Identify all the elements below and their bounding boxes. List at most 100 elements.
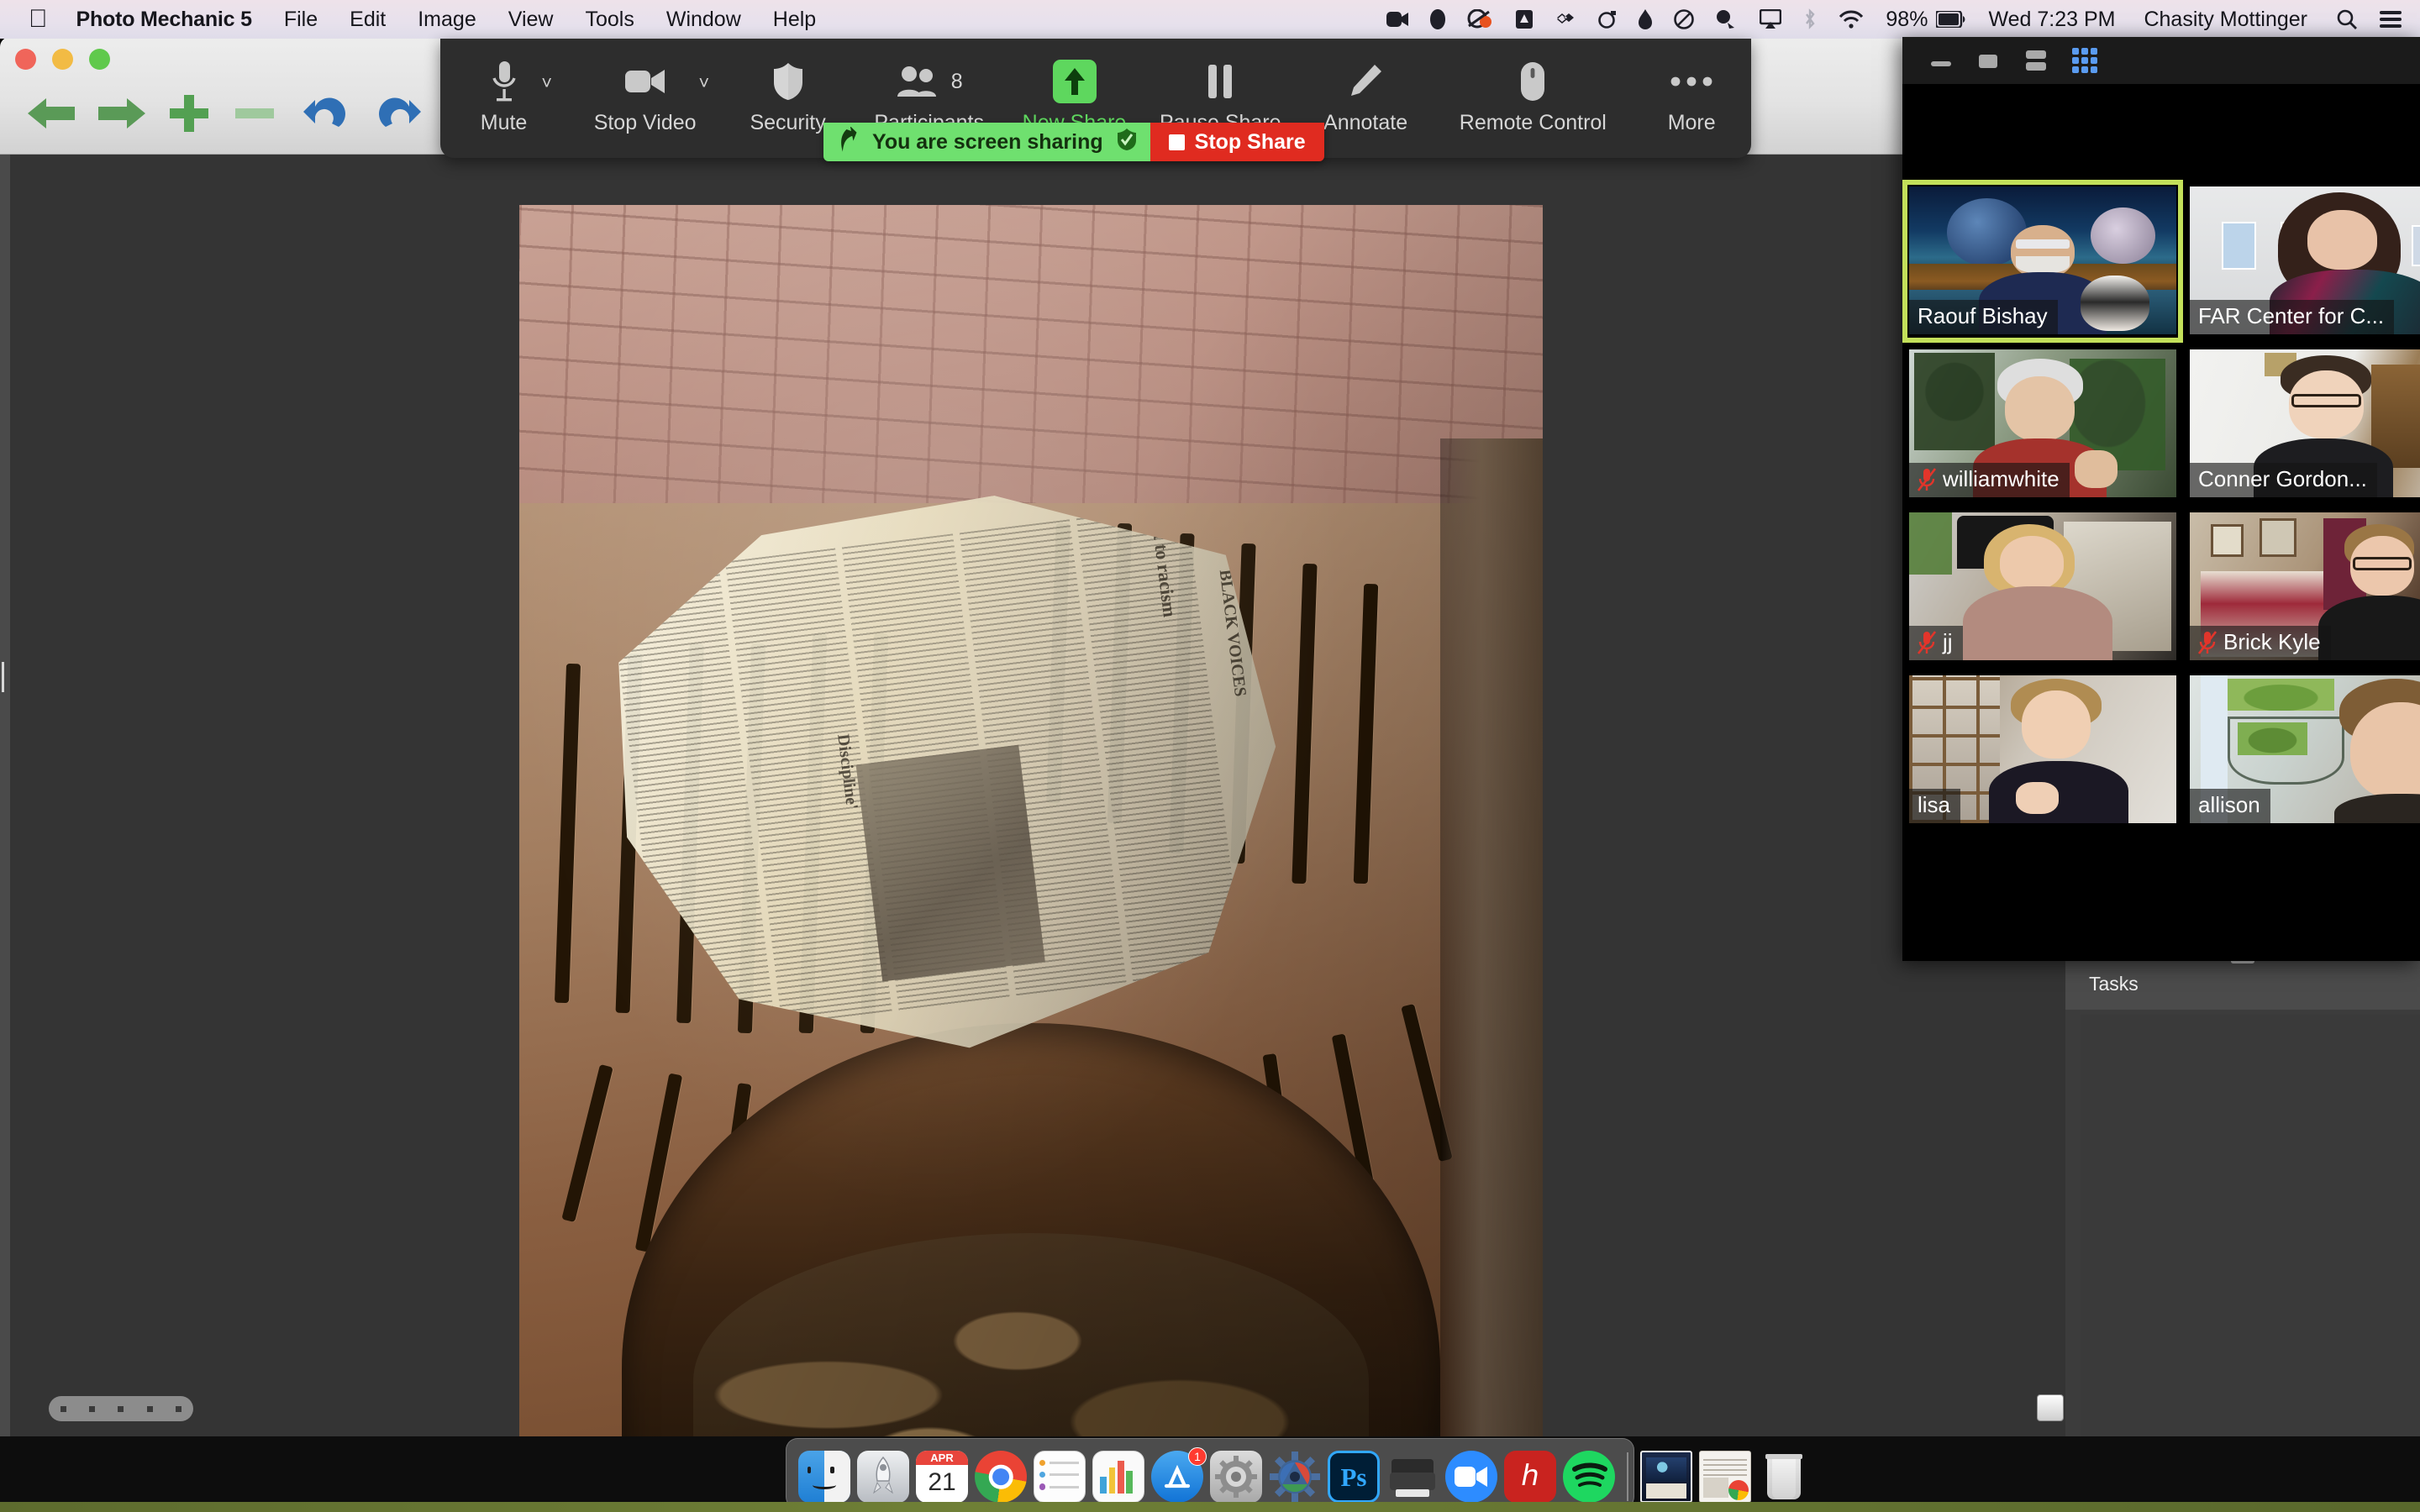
helper-circle-icon[interactable] (1674, 9, 1695, 29)
tasks-panel[interactable]: Tasks (2065, 958, 2420, 1436)
menu-image[interactable]: Image (418, 8, 476, 32)
zoom-more-button[interactable]: More (1632, 39, 1751, 135)
backblaze-icon[interactable] (1516, 9, 1534, 29)
dock-item-app-store[interactable]: 1 (1151, 1447, 1207, 1503)
chevron-down-icon[interactable]: ˅ (541, 72, 552, 94)
participant-tile[interactable]: Conner Gordon... (2183, 343, 2420, 506)
gallery-view-icon[interactable] (2072, 48, 2097, 73)
maximize-icon[interactable] (1978, 51, 2000, 70)
dock-item-printer[interactable] (1386, 1451, 1439, 1503)
menu-view[interactable]: View (508, 8, 554, 32)
participant-name: williamwhite (1943, 466, 2060, 491)
zoom-security-button[interactable]: Security (723, 39, 853, 135)
zoom-new-share-button[interactable]: New Share (1005, 39, 1143, 135)
apple-logo-icon[interactable]:  (29, 7, 48, 32)
rotate-right-icon[interactable] (365, 87, 430, 139)
add-icon[interactable] (160, 87, 218, 139)
menubar-app-name[interactable]: Photo Mechanic 5 (76, 8, 253, 32)
menu-edit[interactable]: Edit (350, 8, 386, 32)
documents-stack-icon (1699, 1451, 1751, 1503)
dock-item-numbers[interactable] (1092, 1451, 1144, 1503)
stop-share-button[interactable]: Stop Share (1150, 123, 1324, 161)
participant-tile[interactable]: FAR Center for C... (2183, 180, 2420, 343)
thumbnail-scroll-handle[interactable] (49, 1396, 193, 1421)
dock-item-notes[interactable] (1034, 1451, 1086, 1503)
airplay-icon[interactable] (1760, 9, 1782, 29)
dock-item-launchpad[interactable] (857, 1451, 909, 1503)
dock-item-google-chrome[interactable] (975, 1451, 1027, 1510)
control-center-icon[interactable] (2380, 10, 2402, 29)
menu-tools[interactable]: Tools (585, 8, 634, 32)
green-shield-check-icon[interactable] (1117, 128, 1137, 157)
google-chrome-icon (975, 1451, 1027, 1503)
zoom-annotate-button[interactable]: Annotate (1297, 39, 1434, 135)
chevron-down-icon[interactable]: ˅ (698, 72, 709, 94)
minimize-button[interactable] (52, 49, 73, 70)
left-rail-grip[interactable] (2, 662, 9, 692)
next-arrow-icon[interactable] (87, 87, 155, 139)
share-arrow-icon (837, 125, 859, 158)
dock-item-trash[interactable] (1758, 1451, 1810, 1503)
dropbox-icon[interactable] (1555, 9, 1576, 29)
dock-item-spotify[interactable] (1563, 1451, 1615, 1510)
participant-tile[interactable]: allison (2183, 669, 2420, 832)
photo-mechanic-window[interactable]: BLACK VOICES react to racism Discipline' (0, 37, 2161, 1436)
wifi-icon[interactable] (1839, 10, 1864, 29)
participant-tile[interactable]: jj (1902, 506, 2183, 669)
menubar-user-name[interactable]: Chasity Mottinger (2144, 8, 2307, 32)
dock-item-calendar[interactable]: APR 21 (916, 1451, 968, 1503)
zoom-stop-video-button[interactable]: Stop Video ˅ (567, 39, 723, 135)
timer-icon[interactable] (1598, 10, 1617, 29)
menu-help[interactable]: Help (773, 8, 816, 32)
participant-row: williamwhite Conner Gordon... (1902, 343, 2420, 506)
dock-item-downloads-stack[interactable] (1640, 1451, 1692, 1503)
speaker-view-icon[interactable] (2025, 50, 2047, 71)
participant-tile[interactable]: lisa (1902, 669, 2183, 832)
participant-name: Raouf Bishay (1918, 303, 2048, 328)
zoom-gallery-window[interactable]: Raouf Bishay FAR Center for C... william… (1902, 37, 2420, 961)
rotate-left-icon[interactable] (294, 87, 360, 139)
participant-name: allison (2198, 792, 2260, 817)
battery-icon[interactable] (1936, 11, 1966, 28)
stop-square-icon (1168, 134, 1185, 150)
zoom-pause-share-button[interactable]: Pause Share (1144, 39, 1297, 135)
remove-icon[interactable] (225, 87, 284, 139)
participant-name: lisa (1918, 792, 1951, 817)
zoom-meeting-icon[interactable] (1386, 10, 1409, 29)
dock-item-photo-mechanic[interactable] (1269, 1451, 1321, 1510)
menu-file[interactable]: File (284, 8, 318, 32)
participant-nameplate: jj (1909, 626, 1963, 660)
bluetooth-icon[interactable] (1803, 8, 1817, 30)
zoom-button[interactable] (89, 49, 110, 70)
menu-window[interactable]: Window (666, 8, 741, 32)
participant-tile[interactable]: Raouf Bishay (1902, 180, 2183, 343)
photo-preview[interactable]: BLACK VOICES react to racism Discipline' (519, 205, 1543, 1436)
dock-item-finder[interactable] (798, 1451, 850, 1510)
zoom-participants-button[interactable]: 8 Participants (853, 39, 1005, 135)
close-button[interactable] (15, 49, 36, 70)
battery-helper-icon[interactable] (1716, 9, 1738, 29)
dock-item-system-preferences[interactable] (1210, 1451, 1262, 1510)
search-icon[interactable] (2336, 8, 2358, 30)
printer-icon (1386, 1451, 1439, 1503)
dock-item-documents-stack[interactable] (1699, 1451, 1751, 1503)
dock-item-photoshop[interactable]: Ps (1328, 1451, 1380, 1503)
minimize-icon[interactable] (1931, 51, 1953, 70)
system-preferences-icon (1210, 1451, 1262, 1503)
trash-icon (1758, 1451, 1810, 1503)
participant-nameplate: lisa (1909, 789, 1961, 823)
1password-icon[interactable] (1430, 9, 1446, 29)
cloud-sync-icon[interactable] (1467, 9, 1494, 29)
participant-tile[interactable]: williamwhite (1902, 343, 2183, 506)
zoom-mute-button[interactable]: Mute ˅ (440, 39, 567, 135)
zoom-remote-control-button[interactable]: Remote Control (1434, 39, 1632, 135)
dock-item-zoom[interactable] (1445, 1451, 1497, 1510)
dock-item-adobe-acrobat[interactable]: ℎ (1504, 1451, 1556, 1510)
previous-arrow-icon[interactable] (18, 87, 86, 139)
participant-tile[interactable]: Brick Kyle (2183, 506, 2420, 669)
menubar-datetime[interactable]: Wed 7:23 PM (1988, 8, 2115, 32)
microphone-icon (490, 57, 518, 106)
left-rail[interactable] (0, 155, 10, 1436)
flame-icon[interactable] (1639, 9, 1653, 29)
resize-handle[interactable] (2037, 1394, 2064, 1421)
